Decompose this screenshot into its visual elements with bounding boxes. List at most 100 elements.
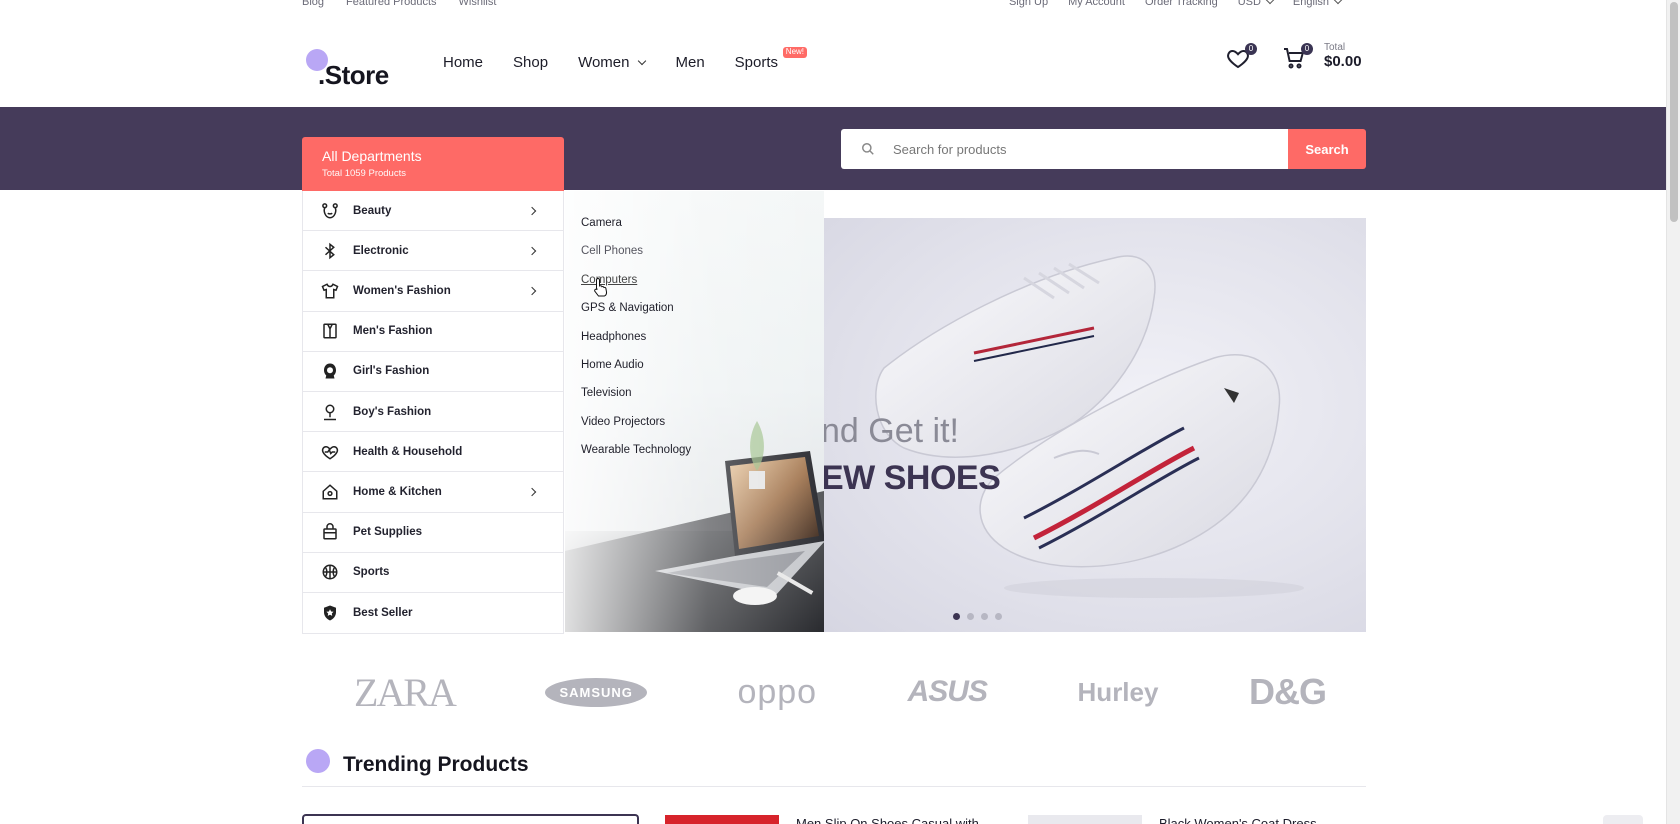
brand-logos: ZARA SAMSUNG oppo ASUS Hurley D&G	[302, 668, 1366, 716]
order-tracking-link[interactable]: Order Tracking	[1145, 0, 1218, 8]
submenu-home-audio[interactable]: Home Audio	[581, 355, 691, 383]
all-departments-title: All Departments	[322, 148, 422, 164]
search-button[interactable]: Search	[1288, 129, 1366, 169]
nav-sports[interactable]: Sports New!	[734, 47, 808, 71]
dept-label: Home & Kitchen	[353, 485, 442, 498]
wishlist-button[interactable]: 0	[1226, 43, 1257, 72]
wishlist-link[interactable]: Wishlist	[459, 0, 497, 8]
submenu-camera[interactable]: Camera	[581, 213, 691, 241]
all-departments-button[interactable]: All Departments Total 1059 Products	[302, 137, 564, 191]
dept-girls-fashion[interactable]: Girl's Fashion	[303, 352, 563, 392]
nav-women[interactable]: Women	[578, 54, 647, 71]
top-bar-left-links: Blog Featured Products Wishlist	[302, 0, 496, 8]
product-title[interactable]: Black Women's Coat Dress	[1159, 816, 1317, 824]
brand-hurley[interactable]: Hurley	[1078, 677, 1159, 708]
main-nav: Home Shop Women Men Sports New!	[443, 47, 808, 71]
brand-zara[interactable]: ZARA	[354, 669, 457, 716]
dept-best-seller[interactable]: Best Seller	[303, 593, 563, 633]
dept-mens-fashion[interactable]: Men's Fashion	[303, 312, 563, 352]
site-header: .Store Home Shop Women Men Sports New! 0 …	[0, 26, 1666, 106]
currency-select[interactable]: USD	[1238, 0, 1275, 8]
chevron-right-icon	[527, 287, 537, 296]
dept-womens-fashion[interactable]: Women's Fashion	[303, 271, 563, 312]
dept-boys-fashion[interactable]: Boy's Fashion	[303, 392, 563, 433]
top-bar-right-links: Sign Up My Account Order Tracking USD En…	[1009, 0, 1343, 8]
hero-headline: EW SHOES	[824, 459, 1001, 497]
chevron-right-icon	[527, 488, 537, 497]
scrollbar-thumb[interactable]	[1670, 2, 1678, 222]
slider-dot[interactable]	[995, 613, 1002, 620]
trending-title: Trending Products	[343, 753, 529, 776]
nav-sports-label: Sports	[734, 54, 779, 71]
hero-banner[interactable]: nd Get it! EW SHOES	[824, 218, 1366, 632]
submenu-headphones[interactable]: Headphones	[581, 327, 691, 355]
nav-shop[interactable]: Shop	[513, 54, 548, 71]
tshirt-icon	[321, 282, 339, 300]
person-icon	[321, 403, 339, 421]
search-field[interactable]	[841, 129, 1288, 169]
dept-health-household[interactable]: Health & Household	[303, 432, 563, 473]
suit-icon	[321, 322, 339, 340]
header-actions: 0 0 Total $0.00	[1226, 42, 1362, 72]
product-card[interactable]	[302, 814, 639, 824]
search-input[interactable]	[893, 141, 1273, 157]
hero-subtitle: nd Get it!	[824, 412, 959, 450]
product-thumbnail[interactable]	[1028, 815, 1142, 824]
basketball-icon	[321, 563, 339, 581]
dept-label: Beauty	[353, 204, 392, 217]
wishlist-count: 0	[1245, 43, 1257, 55]
heartbeat-icon	[321, 443, 339, 461]
cart-total[interactable]: Total $0.00	[1324, 42, 1362, 70]
cart-count: 0	[1301, 43, 1313, 55]
submenu-cell-phones[interactable]: Cell Phones	[581, 241, 691, 269]
chevron-down-icon	[1265, 0, 1275, 5]
store-logo[interactable]: .Store	[302, 38, 402, 90]
dept-pet-supplies[interactable]: Pet Supplies	[303, 513, 563, 553]
submenu-video-projectors[interactable]: Video Projectors	[581, 412, 691, 440]
dept-label: Boy's Fashion	[353, 405, 432, 418]
dept-electronic[interactable]: Electronic	[303, 231, 563, 272]
language-label: English	[1292, 0, 1329, 8]
dept-sports[interactable]: Sports	[303, 553, 563, 593]
submenu-gps-navigation[interactable]: GPS & Navigation	[581, 298, 691, 326]
nav-men[interactable]: Men	[675, 54, 704, 71]
bluetooth-icon	[321, 242, 339, 260]
brand-samsung[interactable]: SAMSUNG	[545, 677, 647, 707]
slider-dot[interactable]	[981, 613, 988, 620]
submenu-wearable-technology[interactable]: Wearable Technology	[581, 440, 691, 468]
electronic-submenu: Camera Cell Phones Computers GPS & Navig…	[565, 191, 824, 632]
brand-asus[interactable]: ASUS	[908, 675, 988, 709]
trending-section-header: Trending Products	[302, 745, 1366, 787]
nav-women-label: Women	[578, 54, 630, 71]
logo-text: .Store	[318, 60, 389, 90]
submenu-television[interactable]: Television	[581, 383, 691, 411]
dept-beauty[interactable]: Beauty	[303, 191, 563, 232]
blog-link[interactable]: Blog	[302, 0, 324, 8]
all-departments-count: Total 1059 Products	[322, 168, 406, 179]
departments-menu: Beauty Electronic Women's Fashion Men's …	[302, 191, 564, 635]
back-to-top-button[interactable]	[1603, 815, 1643, 824]
dept-label: Pet Supplies	[353, 526, 423, 539]
search-band	[0, 107, 1666, 190]
product-title[interactable]: Men Slip On Shoes Casual with	[796, 816, 979, 824]
home-icon	[321, 483, 339, 501]
dept-label: Sports	[353, 566, 390, 579]
sign-up-link[interactable]: Sign Up	[1009, 0, 1048, 8]
slider-dot[interactable]	[967, 613, 974, 620]
dept-label: Women's Fashion	[353, 284, 451, 297]
nav-home[interactable]: Home	[443, 54, 483, 71]
featured-products-link[interactable]: Featured Products	[346, 0, 437, 8]
search-bar: Search	[841, 129, 1366, 169]
cart-total-amount: $0.00	[1324, 53, 1362, 70]
product-thumbnail[interactable]	[665, 815, 779, 824]
slider-dots	[953, 613, 1002, 620]
cart-button[interactable]: 0	[1282, 43, 1313, 72]
brand-dg[interactable]: D&G	[1249, 671, 1327, 713]
dept-home-kitchen[interactable]: Home & Kitchen	[303, 472, 563, 513]
slider-dot[interactable]	[953, 613, 960, 620]
my-account-link[interactable]: My Account	[1068, 0, 1125, 8]
language-select[interactable]: English	[1292, 0, 1343, 8]
brand-oppo[interactable]: oppo	[737, 673, 817, 712]
page-scrollbar[interactable]	[1666, 0, 1680, 824]
girl-face-icon	[321, 362, 339, 380]
